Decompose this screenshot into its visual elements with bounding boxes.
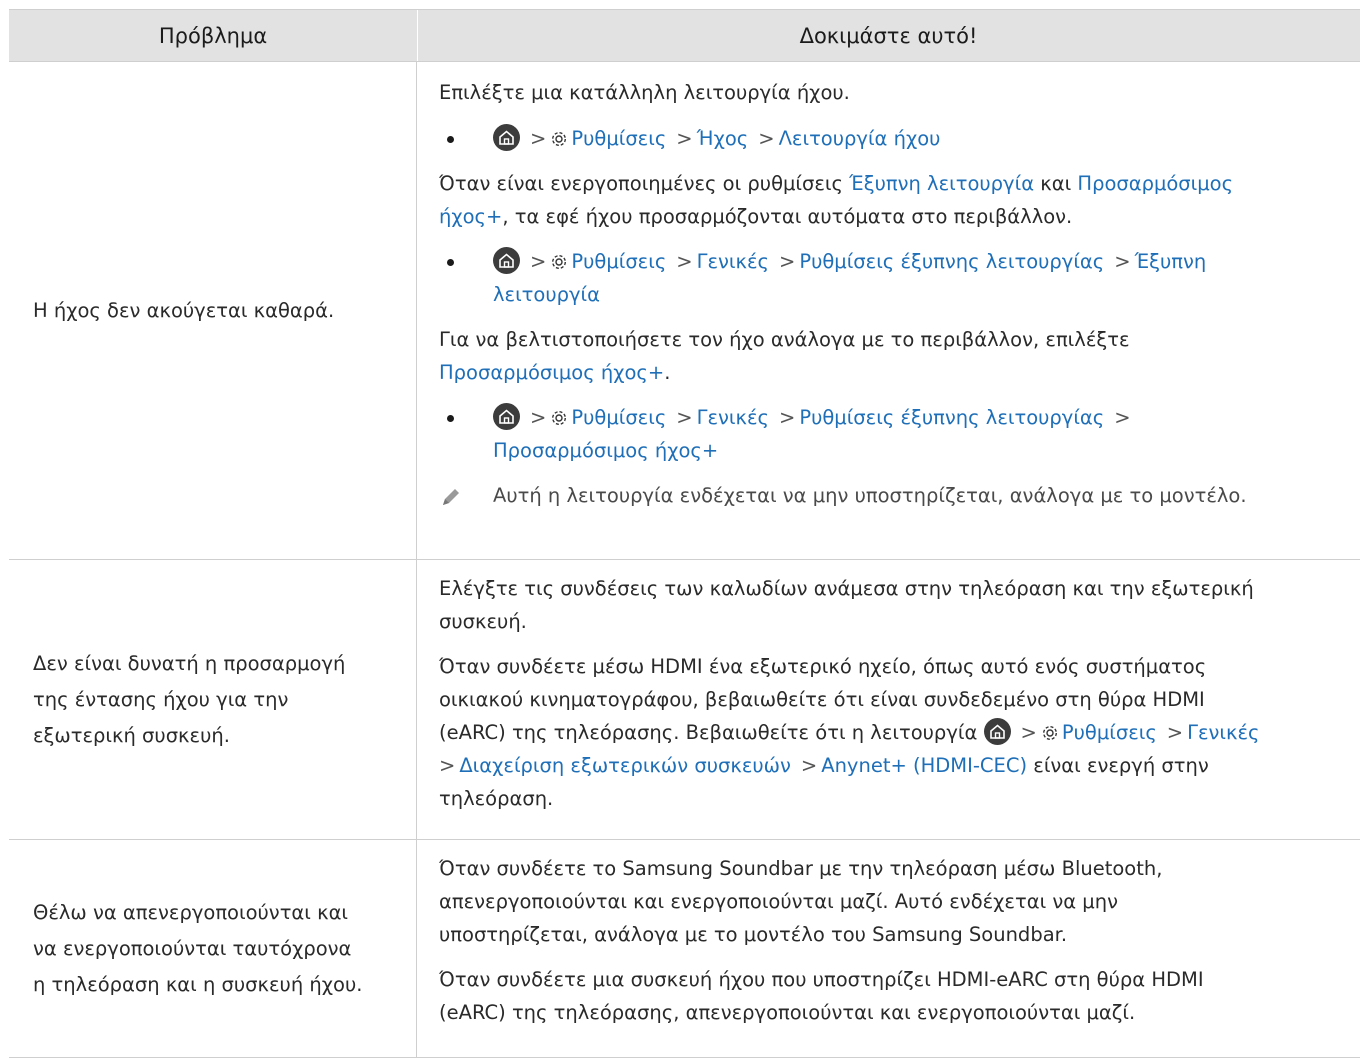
bullet (447, 415, 454, 422)
text-fragment: . (664, 361, 671, 384)
text-fragment: τηλεόραση. (439, 787, 554, 810)
menu-path: > Ρυθμίσεις > Ήχος > Λειτουργία ήχου (439, 122, 1349, 155)
link-intelligent-mode[interactable]: λειτουργία (493, 283, 600, 306)
link-general[interactable]: Γενικές (697, 250, 769, 273)
troubleshooting-table: Πρόβλημα Δοκιμάστε αυτό! Η ήχος δεν ακού… (9, 9, 1360, 1058)
problem-text: Δεν είναι δυνατή η προσαρμογή της ένταση… (33, 646, 345, 754)
chevron-right-icon: > (1166, 721, 1184, 744)
home-icon[interactable] (493, 403, 520, 430)
solution-text: Επιλέξτε μια κατάλληλη λειτουργία ήχου. (439, 81, 850, 104)
text-line: (eARC) της τηλεόρασης, απενεργοποιούνται… (439, 1001, 1136, 1024)
text-line: Όταν συνδέετε το Samsung Soundbar με την… (439, 857, 1163, 880)
pencil-icon (443, 489, 459, 505)
table-row: Η ήχος δεν ακούγεται καθαρά. Επιλέξτε μι… (9, 62, 1360, 560)
chevron-right-icon: > (530, 127, 547, 150)
chevron-right-icon: > (1114, 406, 1131, 429)
text-fragment: , τα εφέ ήχου προσαρμόζονται αυτόματα στ… (502, 205, 1073, 228)
text-line: Θέλω να απενεργοποιούνται και (33, 900, 349, 924)
gear-icon (552, 254, 567, 270)
solution-cell: Όταν συνδέετε το Samsung Soundbar με την… (417, 840, 1360, 1057)
text-line: να ενεργοποιούνται ταυτόχρονα (33, 936, 352, 960)
chevron-right-icon: > (778, 250, 796, 273)
solution-text: Όταν είναι ενεργοποιημένες οι ρυθμίσεις … (439, 167, 1349, 233)
text-line: συσκευή. (439, 610, 527, 633)
problem-cell: Θέλω να απενεργοποιούνται και να ενεργοπ… (9, 840, 417, 1057)
link-device-manager[interactable]: Διαχείριση εξωτερικών συσκευών (459, 754, 791, 777)
gear-icon (552, 131, 567, 147)
text-line: της έντασης ήχου για την (33, 687, 289, 711)
chevron-right-icon: > (530, 406, 547, 429)
link-adaptive-sound[interactable]: Προσαρμόσιμος (1077, 172, 1233, 195)
header-problem: Πρόβλημα (9, 10, 418, 61)
problem-cell: Δεν είναι δυνατή η προσαρμογή της ένταση… (9, 560, 417, 839)
link-anynet[interactable]: Anynet+ (HDMI-CEC) (821, 754, 1027, 777)
text-line: υποστηρίζεται, ανάλογα με το μοντέλο του… (439, 923, 1068, 946)
link-smart-mode-settings[interactable]: Ρυθμίσεις έξυπνης λειτουργίας (799, 406, 1104, 429)
chevron-right-icon: > (758, 127, 775, 150)
problem-text: Η ήχος δεν ακούγεται καθαρά. (33, 298, 335, 322)
link-settings[interactable]: Ρυθμίσεις (571, 250, 666, 273)
text-line: (eARC) της τηλεόρασης. Βεβαιωθείτε ότι η… (439, 721, 984, 744)
link-settings[interactable]: Ρυθμίσεις (1062, 721, 1157, 744)
solution-text: Όταν συνδέετε το Samsung Soundbar με την… (439, 852, 1349, 951)
chevron-right-icon: > (1020, 721, 1037, 744)
link-intelligent-mode[interactable]: Έξυπνη λειτουργία (849, 172, 1034, 195)
note: Αυτή η λειτουργία ενδέχεται να μην υποστ… (439, 479, 1349, 512)
note-text: Αυτή η λειτουργία ενδέχεται να μην υποστ… (493, 484, 1247, 507)
problem-text: Θέλω να απενεργοποιούνται και να ενεργοπ… (33, 895, 362, 1003)
link-adaptive-sound[interactable]: Προσαρμόσιμος ήχος+ (493, 439, 718, 462)
link-settings[interactable]: Ρυθμίσεις (571, 406, 666, 429)
bullet (447, 259, 454, 266)
link-sound-mode[interactable]: Λειτουργία ήχου (779, 127, 941, 150)
text-line: Ελέγξτε τις συνδέσεις των καλωδίων ανάμε… (439, 577, 1254, 600)
table-row: Δεν είναι δυνατή η προσαρμογή της ένταση… (9, 560, 1360, 840)
solution-cell: Ελέγξτε τις συνδέσεις των καλωδίων ανάμε… (417, 560, 1360, 839)
link-sound[interactable]: Ήχος (697, 127, 749, 150)
chevron-right-icon: > (676, 406, 693, 429)
text-fragment: είναι ενεργή στην (1027, 754, 1209, 777)
link-adaptive-sound[interactable]: ήχος+ (439, 205, 502, 228)
home-icon[interactable] (493, 247, 520, 274)
text-fragment: Όταν είναι ενεργοποιημένες οι ρυθμίσεις (439, 172, 850, 195)
text-fragment: Για να βελτιστοποιήσετε τον ήχο ανάλογα … (439, 328, 1130, 351)
text-line: η τηλεόραση και η συσκευή ήχου. (33, 972, 363, 996)
solution-text: Ελέγξτε τις συνδέσεις των καλωδίων ανάμε… (439, 572, 1349, 638)
table-row: Θέλω να απενεργοποιούνται και να ενεργοπ… (9, 840, 1360, 1058)
menu-path: > Ρυθμίσεις > Γενικές > Ρυθμίσεις έξυπνης λει… (439, 401, 1349, 467)
chevron-right-icon: > (530, 250, 547, 273)
problem-cell: Η ήχος δεν ακούγεται καθαρά. (9, 62, 417, 559)
chevron-right-icon: > (1114, 250, 1131, 273)
header-try-this: Δοκιμάστε αυτό! (799, 23, 978, 48)
solution-text: Όταν συνδέετε μέσω HDMI ένα εξωτερικό ηχ… (439, 650, 1349, 815)
text-line: Δεν είναι δυνατή η προσαρμογή (33, 651, 346, 675)
home-icon[interactable] (983, 718, 1011, 745)
chevron-right-icon: > (800, 754, 818, 777)
table-header: Πρόβλημα Δοκιμάστε αυτό! (9, 9, 1360, 62)
chevron-right-icon: > (676, 250, 693, 273)
bullet (447, 136, 454, 143)
menu-path: > Ρυθμίσεις > Γενικές > Ρυθμίσεις έξυπνης λει… (439, 245, 1349, 311)
text-fragment: και (1034, 172, 1078, 195)
home-icon[interactable] (493, 124, 520, 151)
solution-text: Για να βελτιστοποιήσετε τον ήχο ανάλογα … (439, 323, 1349, 389)
link-general[interactable]: Γενικές (697, 406, 769, 429)
gear-icon (552, 410, 567, 426)
solution-cell: Επιλέξτε μια κατάλληλη λειτουργία ήχου. … (417, 62, 1360, 559)
text-line: Όταν συνδέετε μια συσκευή ήχου που υποστ… (439, 968, 1204, 991)
text-line: Όταν συνδέετε μέσω HDMI ένα εξωτερικό ηχ… (439, 655, 1207, 678)
text-line: εξωτερική συσκευή. (33, 723, 230, 747)
chevron-right-icon: > (676, 127, 693, 150)
link-settings[interactable]: Ρυθμίσεις (571, 127, 666, 150)
chevron-right-icon: > (439, 754, 456, 777)
link-intelligent-mode[interactable]: Έξυπνη (1135, 250, 1207, 273)
link-adaptive-sound[interactable]: Προσαρμόσιμος ήχος+ (439, 361, 664, 384)
link-general[interactable]: Γενικές (1187, 721, 1259, 744)
link-smart-mode-settings[interactable]: Ρυθμίσεις έξυπνης λειτουργίας (799, 250, 1104, 273)
chevron-right-icon: > (778, 406, 796, 429)
solution-text: Όταν συνδέετε μια συσκευή ήχου που υποστ… (439, 963, 1349, 1029)
gear-icon (1042, 725, 1057, 741)
text-line: απενεργοποιούνται και ενεργοποιούνται μα… (439, 890, 1118, 913)
text-line: οικιακού κινηματογράφου, βεβαιωθείτε ότι… (439, 688, 1205, 711)
